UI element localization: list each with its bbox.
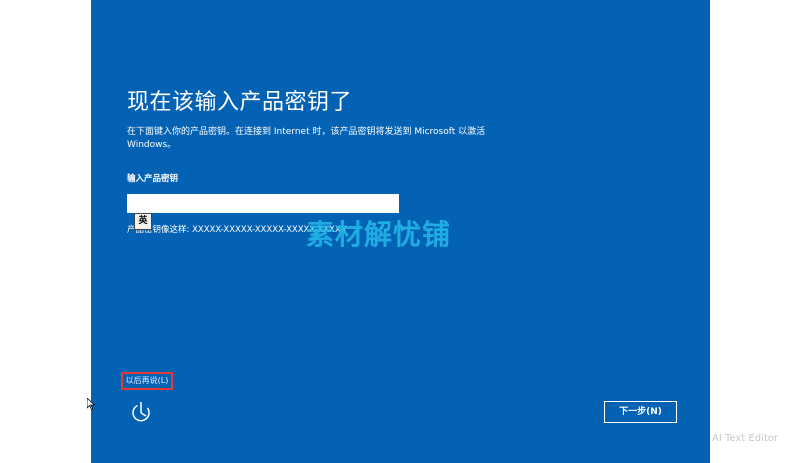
next-button[interactable]: 下一步(N) bbox=[604, 401, 677, 423]
accessibility-icon[interactable] bbox=[129, 400, 153, 424]
description-text: 在下面键入你的产品密钥。在连接到 Internet 时，该产品密钥将发送到 Mi… bbox=[127, 127, 486, 150]
corner-watermark: AI Text Editor bbox=[712, 433, 778, 444]
mouse-pointer-icon bbox=[87, 398, 95, 410]
center-watermark: 素材解忧铺 bbox=[306, 218, 452, 251]
product-key-label: 输入产品密钥 bbox=[127, 174, 179, 184]
product-key-input[interactable] bbox=[127, 194, 399, 213]
page-title: 现在该输入产品密钥了 bbox=[127, 90, 353, 115]
skip-link[interactable]: 以后再说(L) bbox=[121, 372, 173, 390]
setup-panel: 现在该输入产品密钥了 在下面键入你的产品密钥。在连接到 Internet 时，该… bbox=[91, 0, 710, 463]
ime-mode-indicator[interactable]: 英 bbox=[134, 213, 152, 230]
